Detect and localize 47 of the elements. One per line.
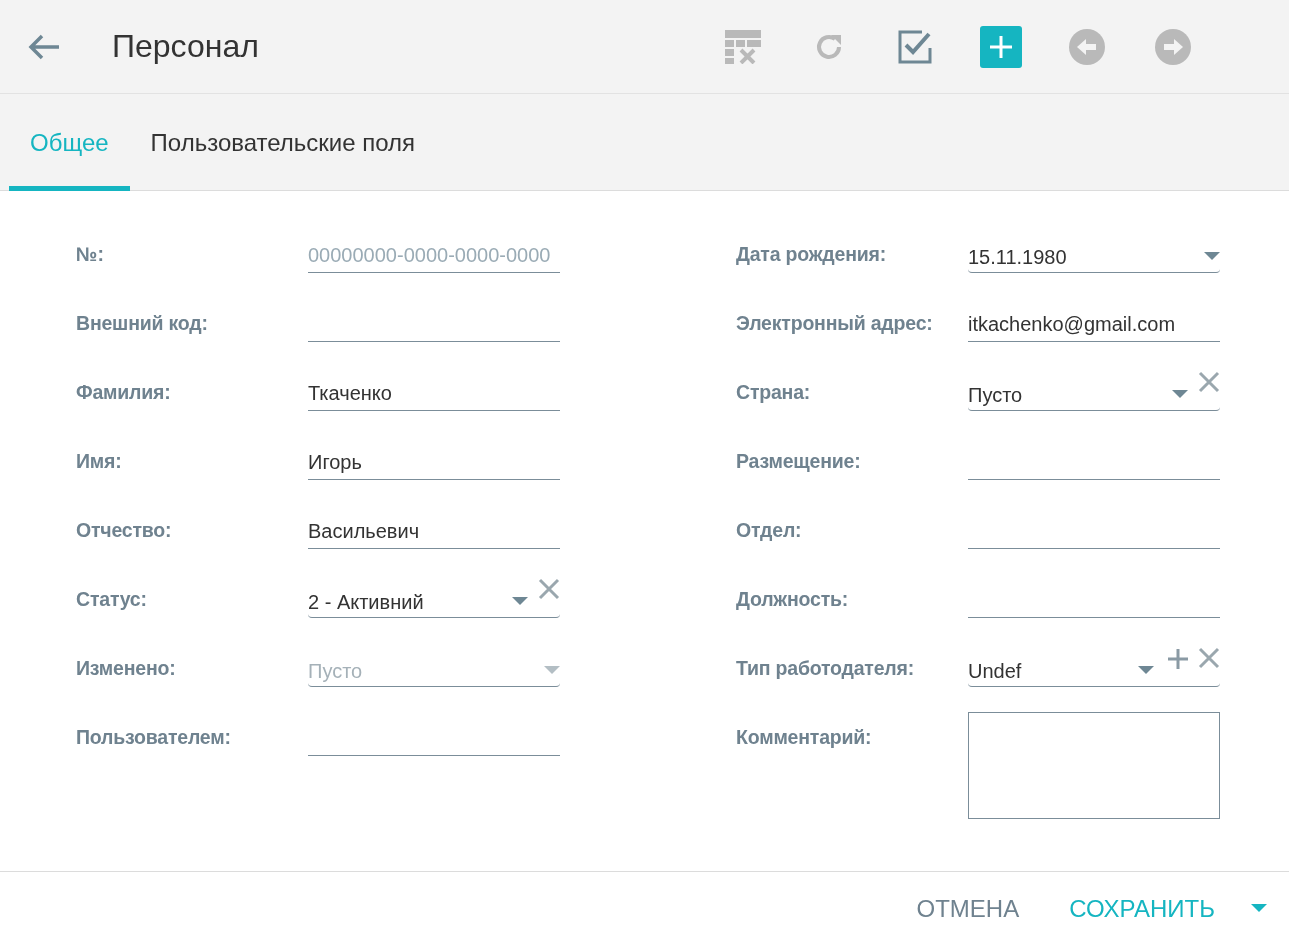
field-label: Отдел: — [736, 518, 803, 542]
field-label: Статус: — [76, 587, 148, 611]
field-label: Дата рождения: — [736, 242, 887, 266]
input-field[interactable]: itkachenko@gmail.com — [968, 290, 1220, 342]
field-label: Имя: — [76, 449, 123, 473]
caret-icon — [1251, 904, 1267, 913]
field-label: Электронный адрес: — [736, 311, 934, 335]
comment-field[interactable] — [968, 712, 1220, 819]
select-field[interactable]: Undef — [968, 635, 1220, 687]
input-field[interactable]: 00000000-0000-0000-0000 — [308, 221, 560, 273]
caret-icon — [512, 597, 528, 606]
back-arrow-icon[interactable] — [28, 33, 60, 60]
checkbox-icon — [898, 29, 932, 64]
add-button[interactable] — [980, 25, 1022, 68]
caret-icon — [1138, 666, 1154, 675]
field-label: №: — [76, 242, 105, 266]
field-label: Внешний код: — [76, 311, 209, 335]
select-field[interactable]: 15.11.1980 — [968, 221, 1220, 273]
plus-icon[interactable] — [1168, 649, 1188, 669]
input-field[interactable]: Игорь — [308, 428, 560, 480]
field-label: Изменено: — [76, 656, 177, 680]
close-icon[interactable] — [1198, 647, 1220, 669]
tab[interactable]: Пользовательские поля — [129, 94, 437, 191]
field-label: Отчество: — [76, 518, 173, 542]
field-label: Размещение: — [736, 449, 862, 473]
field-label: Фамилия: — [76, 380, 172, 404]
field-label: Страна: — [736, 380, 812, 404]
close-icon[interactable] — [538, 578, 560, 600]
save-menu-button[interactable] — [1251, 904, 1267, 913]
caret-icon — [1172, 390, 1188, 399]
arrow-left-circle-icon — [1069, 28, 1105, 65]
field-label: Должность: — [736, 587, 850, 611]
input-field[interactable]: Ткаченко — [308, 359, 560, 411]
field-label: Тип работодателя: — [736, 656, 915, 680]
close-icon[interactable] — [1198, 371, 1220, 393]
input-field[interactable]: Васильевич — [308, 497, 560, 549]
page-title: Персонал — [112, 28, 260, 65]
field-label: Комментарий: — [736, 725, 873, 749]
select-field[interactable]: Пусто — [968, 359, 1220, 411]
select-field[interactable]: 2 - Активний — [308, 566, 560, 618]
table-x-icon — [725, 29, 761, 64]
arrow-right-circle-icon — [1155, 28, 1191, 65]
plus-icon — [990, 35, 1012, 58]
field-label: Пользователем: — [76, 725, 232, 749]
caret-icon — [1204, 252, 1220, 261]
caret-icon — [544, 666, 560, 675]
cancel-button[interactable]: ОТМЕНА — [904, 894, 1032, 923]
